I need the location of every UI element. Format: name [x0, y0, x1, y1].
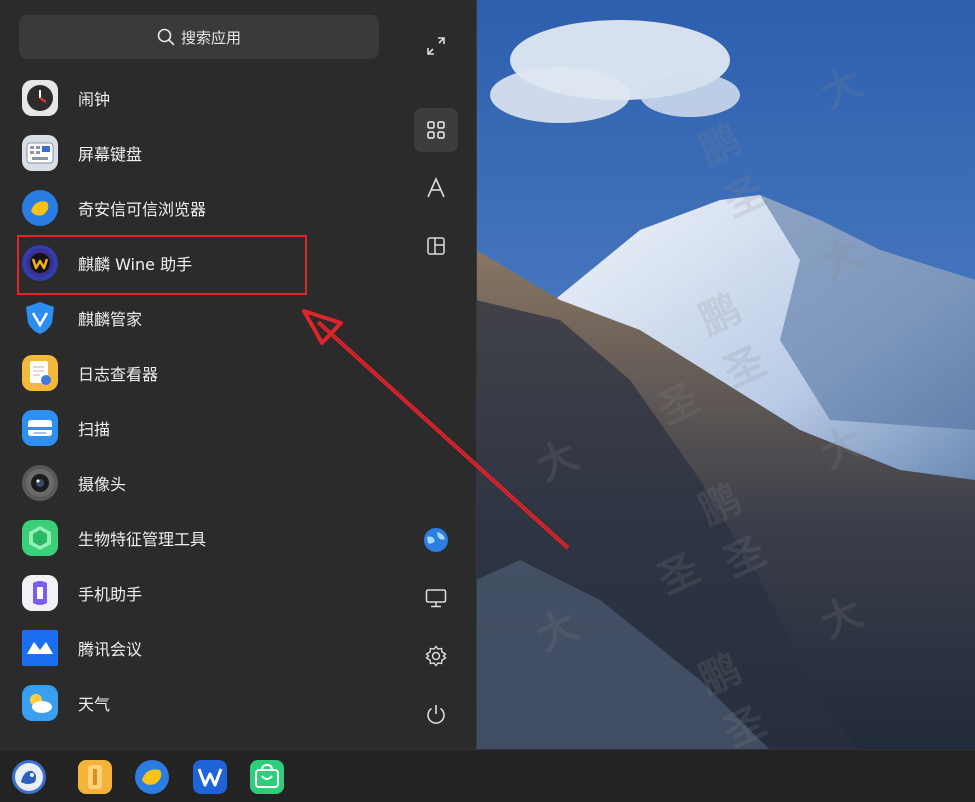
qianxin-browser-icon — [137, 762, 167, 792]
file-manager-icon — [88, 765, 102, 789]
start-menu-button[interactable] — [12, 760, 46, 794]
wps-button[interactable] — [193, 760, 227, 794]
app-store-button[interactable] — [250, 760, 284, 794]
annotation-arrow — [302, 309, 570, 550]
taskbar — [0, 749, 975, 802]
start-menu-icon — [15, 763, 43, 791]
file-manager-button[interactable] — [78, 760, 112, 794]
qianxin-browser-button[interactable] — [135, 760, 169, 794]
wps-icon — [197, 768, 223, 787]
app-store-icon — [255, 764, 279, 788]
